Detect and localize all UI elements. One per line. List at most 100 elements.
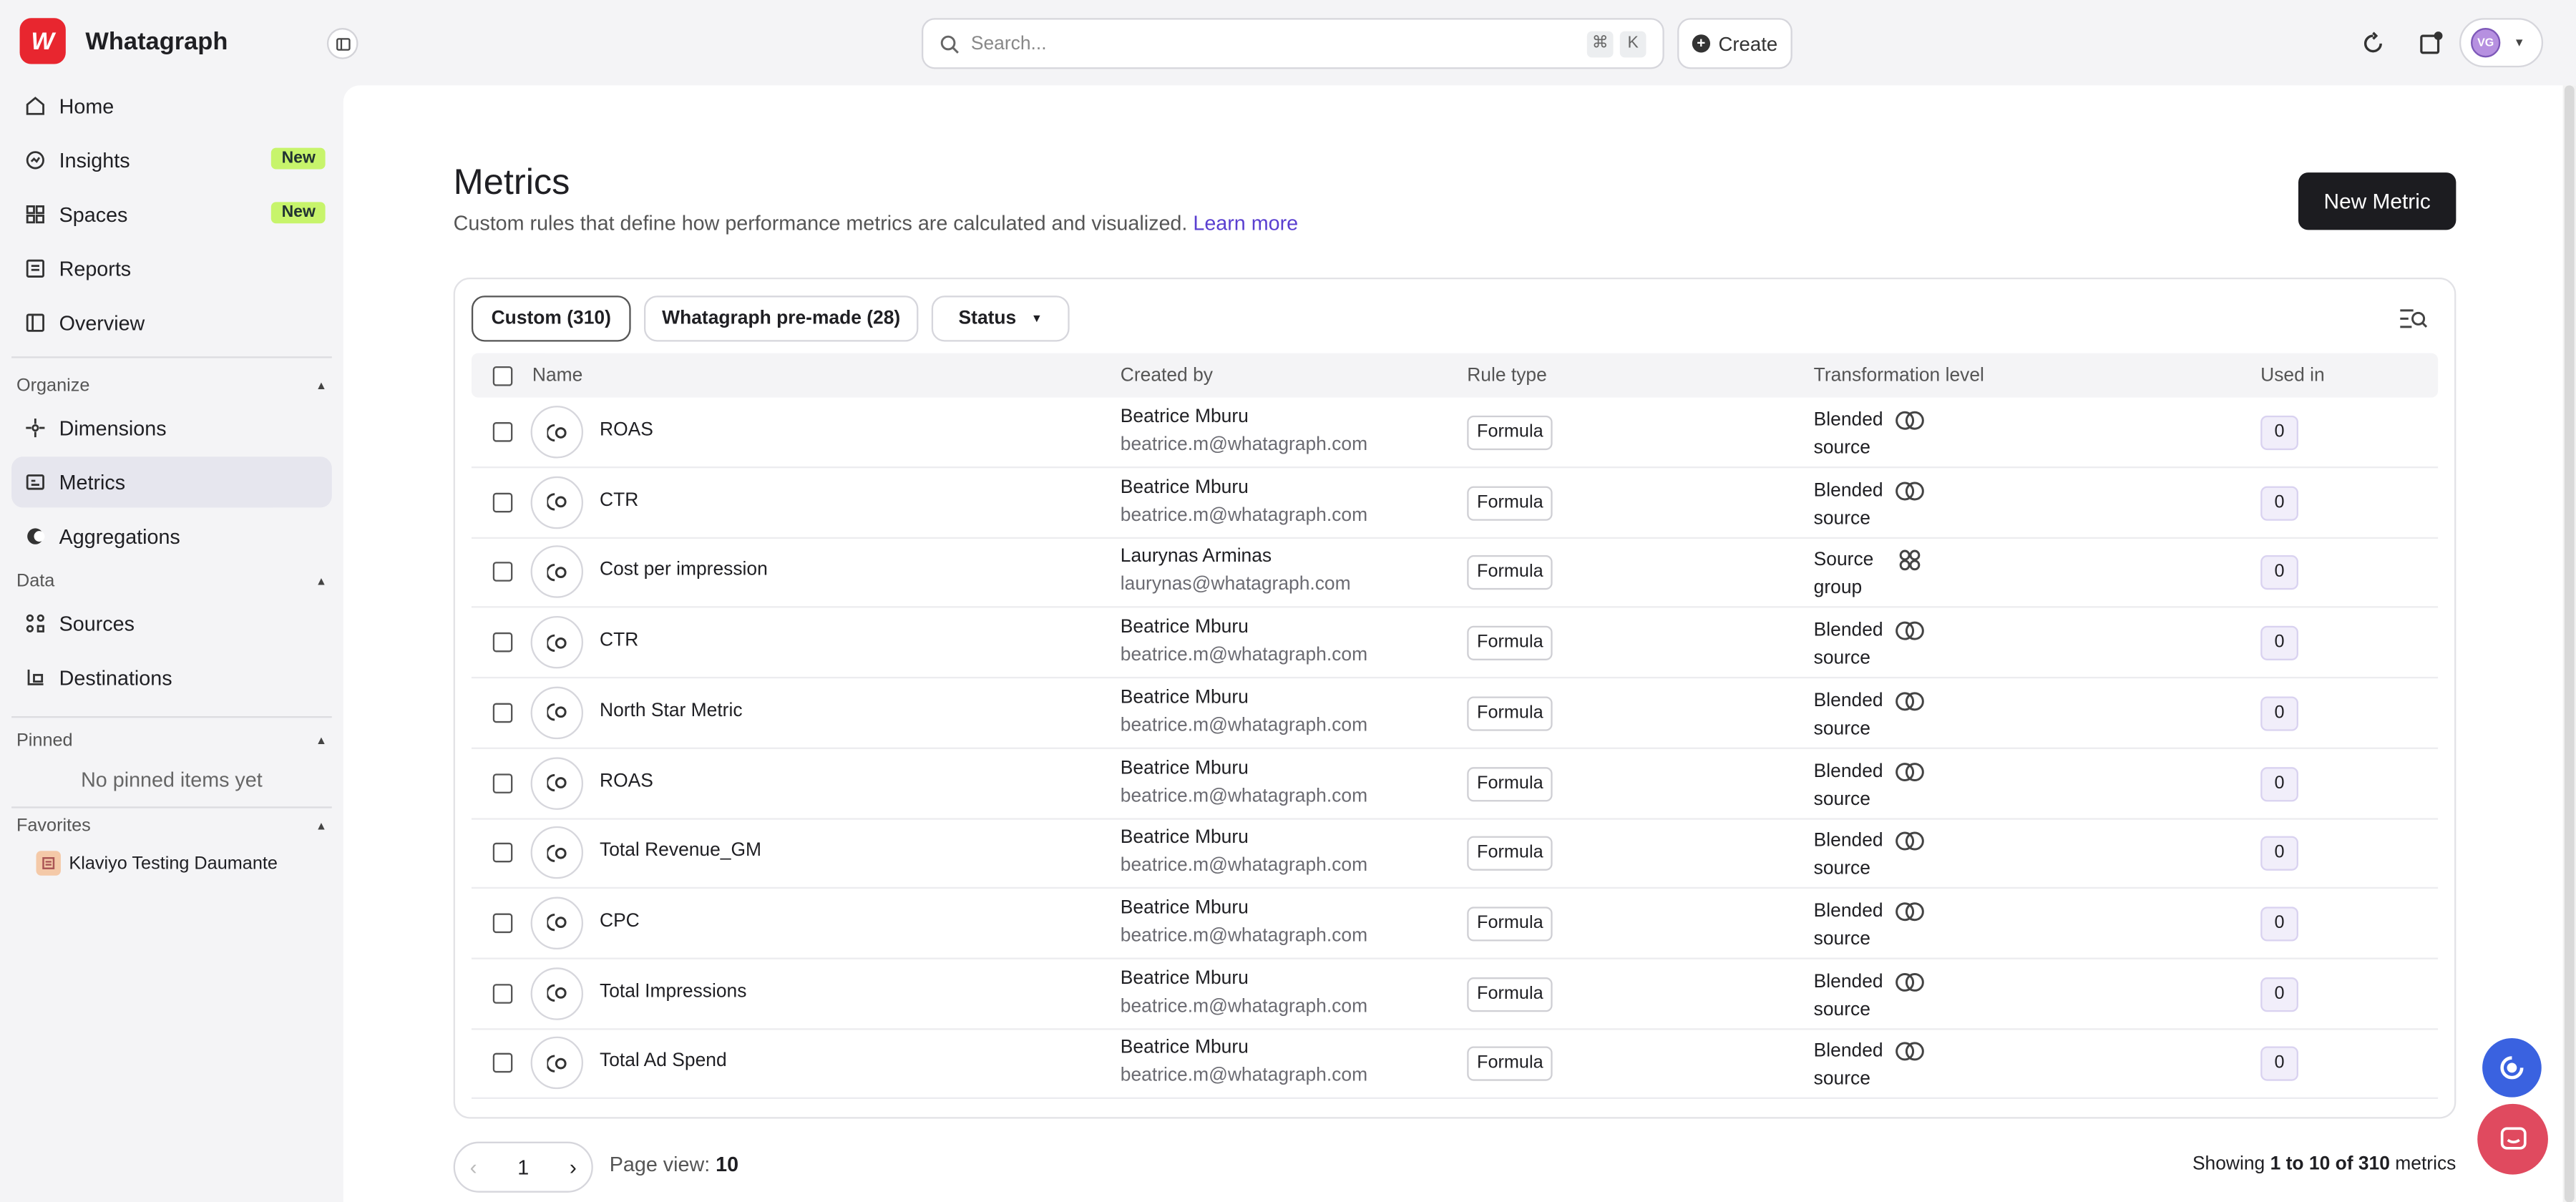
scrollbar-thumb[interactable] (2564, 85, 2575, 1202)
metric-name[interactable]: CTR (600, 491, 638, 511)
used-in-count[interactable]: 0 (2260, 907, 2298, 942)
metric-name[interactable]: North Star Metric (600, 701, 743, 721)
rule-type-badge: Formula (1467, 766, 1553, 801)
metric-name[interactable]: Total Ad Spend (600, 1052, 727, 1072)
collapse-caret-icon: ▲ (315, 575, 327, 587)
sidebar-item-destinations[interactable]: Destinations (11, 652, 332, 703)
row-checkbox[interactable] (492, 703, 513, 723)
used-in-count[interactable]: 0 (2260, 695, 2298, 731)
metric-name[interactable]: Total Revenue_GM (600, 841, 761, 861)
page-subtitle-text: Custom rules that define how performance… (453, 212, 1188, 235)
column-header-name[interactable]: Name (532, 366, 582, 386)
table-row[interactable]: ROAS Beatrice Mburu beatrice.m@whatagraph.… (471, 748, 2439, 819)
data-nav: Sources Destinations (11, 598, 332, 703)
transformation-level: Blended source (1814, 899, 1893, 954)
pinned-section-header[interactable]: Pinned ▲ (16, 731, 327, 751)
organize-section-header[interactable]: Organize ▲ (16, 376, 327, 396)
column-header-transformation-level[interactable]: Transformation level (1814, 366, 1984, 386)
table-row[interactable]: Total Revenue_GM Beatrice Mburu beatrice.m… (471, 819, 2439, 889)
used-in-count[interactable]: 0 (2260, 555, 2298, 591)
metric-name[interactable]: CTR (600, 631, 638, 651)
tab-custom[interactable]: Custom (310) (471, 295, 631, 342)
spaces-icon (24, 204, 46, 225)
sidebar-item-overview[interactable]: Overview (11, 298, 332, 348)
search-filter-icon[interactable] (2399, 306, 2428, 332)
current-page[interactable]: 1 (517, 1155, 529, 1178)
sidebar-item-sources[interactable]: Sources (11, 598, 332, 649)
chevron-down-icon: ▼ (2513, 36, 2525, 49)
row-checkbox[interactable] (492, 1053, 513, 1073)
status-filter-dropdown[interactable]: Status ▼ (931, 295, 1070, 342)
metric-name[interactable]: CPC (600, 912, 640, 932)
favorite-item[interactable]: Klaviyo Testing Daumante (36, 851, 278, 876)
tab-premade[interactable]: Whatagraph pre-made (28) (643, 295, 919, 342)
table-row[interactable]: CTR Beatrice Mburu beatrice.m@whatagraph.c… (471, 608, 2439, 679)
search-bar[interactable]: Search... ⌘ K (922, 18, 1664, 69)
report-icon (36, 851, 61, 876)
used-in-count[interactable]: 0 (2260, 625, 2298, 661)
table-row[interactable]: CPC Beatrice Mburu beatrice.m@whatagraph.c… (471, 889, 2439, 959)
sidebar-item-label: Aggregations (59, 524, 180, 548)
metric-name[interactable]: Total Impressions (600, 982, 746, 1002)
row-checkbox[interactable] (492, 983, 513, 1003)
data-section-header[interactable]: Data ▲ (16, 572, 327, 592)
next-page-icon[interactable]: › (570, 1155, 577, 1179)
row-checkbox[interactable] (492, 562, 513, 582)
row-checkbox[interactable] (492, 632, 513, 653)
transformation-level-line2: source (1813, 1000, 1870, 1020)
row-checkbox[interactable] (492, 913, 513, 933)
whats-new-button[interactable] (2358, 28, 2387, 57)
used-in-count[interactable]: 0 (2260, 977, 2298, 1012)
metric-name[interactable]: ROAS (600, 421, 653, 441)
chat-support-button[interactable] (2477, 1103, 2548, 1175)
used-in-count[interactable]: 0 (2260, 485, 2298, 521)
transformation-level-line2: source (1813, 929, 1870, 949)
new-metric-button[interactable]: New Metric (2298, 172, 2457, 230)
table-row[interactable]: Cost per impression Laurynas Arminas laury… (471, 538, 2439, 609)
metric-name[interactable]: Cost per impression (600, 561, 768, 581)
assistant-button[interactable] (2482, 1038, 2542, 1098)
brand[interactable]: W Whatagraph (19, 18, 228, 64)
page-view-selector[interactable]: Page view: 10 (610, 1153, 738, 1176)
table-row[interactable]: CTR Beatrice Mburu beatrice.m@whatagraph.c… (471, 468, 2439, 539)
learn-more-link[interactable]: Learn more (1193, 212, 1298, 235)
table-row[interactable]: Total Impressions Beatrice Mburu beatrice.… (471, 959, 2439, 1030)
row-checkbox[interactable] (492, 422, 513, 442)
creator-name: Beatrice Mburu (1120, 407, 1249, 427)
sidebar-item-metrics[interactable]: Metrics (11, 456, 332, 508)
sidebar-item-reports[interactable]: Reports (11, 243, 332, 294)
table-row[interactable]: North Star Metric Beatrice Mburu beatrice.… (471, 678, 2439, 749)
used-in-count[interactable]: 0 (2260, 766, 2298, 801)
table-row[interactable]: ROAS Beatrice Mburu beatrice.m@whatagraph.… (471, 398, 2439, 469)
column-header-created-by[interactable]: Created by (1121, 366, 1213, 386)
select-all-checkbox[interactable] (492, 366, 513, 386)
search-input[interactable]: Search... (971, 34, 1587, 54)
notifications-button[interactable] (2415, 28, 2444, 57)
sidebar-item-spaces[interactable]: Spaces New (11, 189, 332, 240)
create-button[interactable]: + Create (1677, 18, 1792, 69)
used-in-count[interactable]: 0 (2260, 836, 2298, 871)
user-menu[interactable]: VG ▼ (2459, 18, 2544, 68)
collapse-sidebar-button[interactable] (326, 28, 358, 59)
search-icon (940, 34, 959, 53)
previous-page-icon[interactable]: ‹ (470, 1155, 477, 1179)
creator-name: Beatrice Mburu (1120, 758, 1249, 778)
favorites-section-header[interactable]: Favorites ▲ (16, 816, 327, 836)
row-checkbox[interactable] (492, 843, 513, 863)
sidebar-item-insights[interactable]: Insights New (11, 135, 332, 185)
sidebar-toggle-icon (335, 37, 350, 50)
transformation-level-line1: Blended (1813, 410, 1883, 431)
row-checkbox[interactable] (492, 492, 513, 512)
metric-name[interactable]: ROAS (600, 771, 653, 791)
app-root: W Whatagraph Home Insights New Spaces Ne… (0, 0, 2576, 1202)
used-in-count[interactable]: 0 (2260, 415, 2298, 451)
column-header-rule-type[interactable]: Rule type (1467, 366, 1547, 386)
creator-email: laurynas@whatagraph.com (1120, 575, 1351, 596)
table-row[interactable]: Total Ad Spend Beatrice Mburu beatrice.m@w… (471, 1029, 2439, 1100)
sidebar-item-aggregations[interactable]: Aggregations (11, 511, 332, 562)
used-in-count[interactable]: 0 (2260, 1047, 2298, 1082)
sidebar-item-home[interactable]: Home (11, 80, 332, 131)
column-header-used-in[interactable]: Used in (2260, 366, 2325, 386)
row-checkbox[interactable] (492, 773, 513, 793)
sidebar-item-dimensions[interactable]: Dimensions (11, 402, 332, 453)
